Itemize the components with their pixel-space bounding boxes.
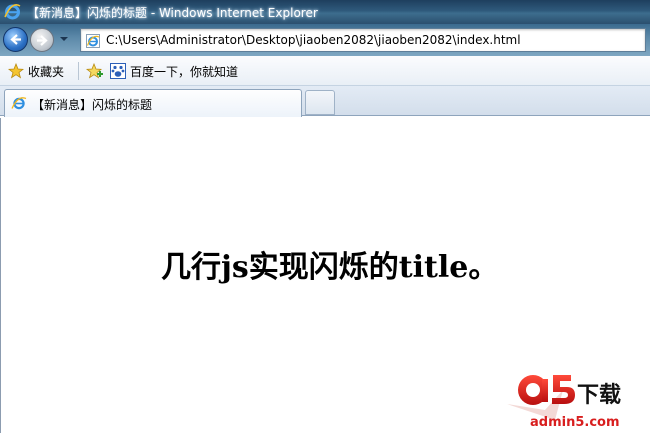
- tab-label: 【新消息】闪烁的标题: [32, 98, 153, 112]
- add-to-favorites-bar-button[interactable]: [86, 63, 108, 79]
- window-titlebar[interactable]: 【新消息】闪烁的标题 - Windows Internet Explorer: [0, 0, 650, 24]
- favorites-label: 收藏夹: [28, 64, 65, 79]
- svg-text:admin5.com: admin5.com: [530, 415, 620, 430]
- tab-active[interactable]: 【新消息】闪烁的标题: [4, 89, 302, 117]
- arrow-left-icon: [10, 34, 21, 45]
- star-add-icon: [86, 63, 103, 79]
- favorite-link-label: 百度一下，你就知道: [130, 64, 239, 79]
- ie-page-icon: [86, 34, 100, 48]
- recent-pages-dropdown-icon[interactable]: [58, 33, 70, 45]
- favorites-bar: 收藏夹 百度一下，你就知道: [0, 56, 650, 86]
- admin5-watermark-logo: 下载 admin5.com: [507, 375, 621, 430]
- baidu-paw-icon: [110, 63, 126, 79]
- favorites-separator: [78, 62, 79, 80]
- ie-page-icon: [11, 97, 27, 110]
- tab-bar: 【新消息】闪烁的标题: [0, 86, 650, 117]
- favorites-button[interactable]: 收藏夹: [8, 63, 64, 79]
- page-headline: 几行js实现闪烁的title。: [161, 250, 499, 285]
- ie-logo-icon: [4, 4, 21, 20]
- arrow-right-icon: [37, 35, 48, 46]
- back-button[interactable]: [3, 27, 28, 52]
- forward-button[interactable]: [30, 28, 54, 52]
- svg-text:下载: 下载: [577, 382, 621, 408]
- star-icon: [8, 63, 24, 79]
- address-url: C:\Users\Administrator\Desktop\jiaoben20…: [106, 33, 521, 47]
- favorite-link-baidu[interactable]: 百度一下，你就知道: [110, 63, 238, 79]
- address-bar[interactable]: C:\Users\Administrator\Desktop\jiaoben20…: [80, 28, 646, 52]
- new-tab-button[interactable]: [305, 90, 335, 115]
- window-title: 【新消息】闪烁的标题 - Windows Internet Explorer: [27, 6, 318, 20]
- navigation-bar: C:\Users\Administrator\Desktop\jiaoben20…: [0, 24, 650, 56]
